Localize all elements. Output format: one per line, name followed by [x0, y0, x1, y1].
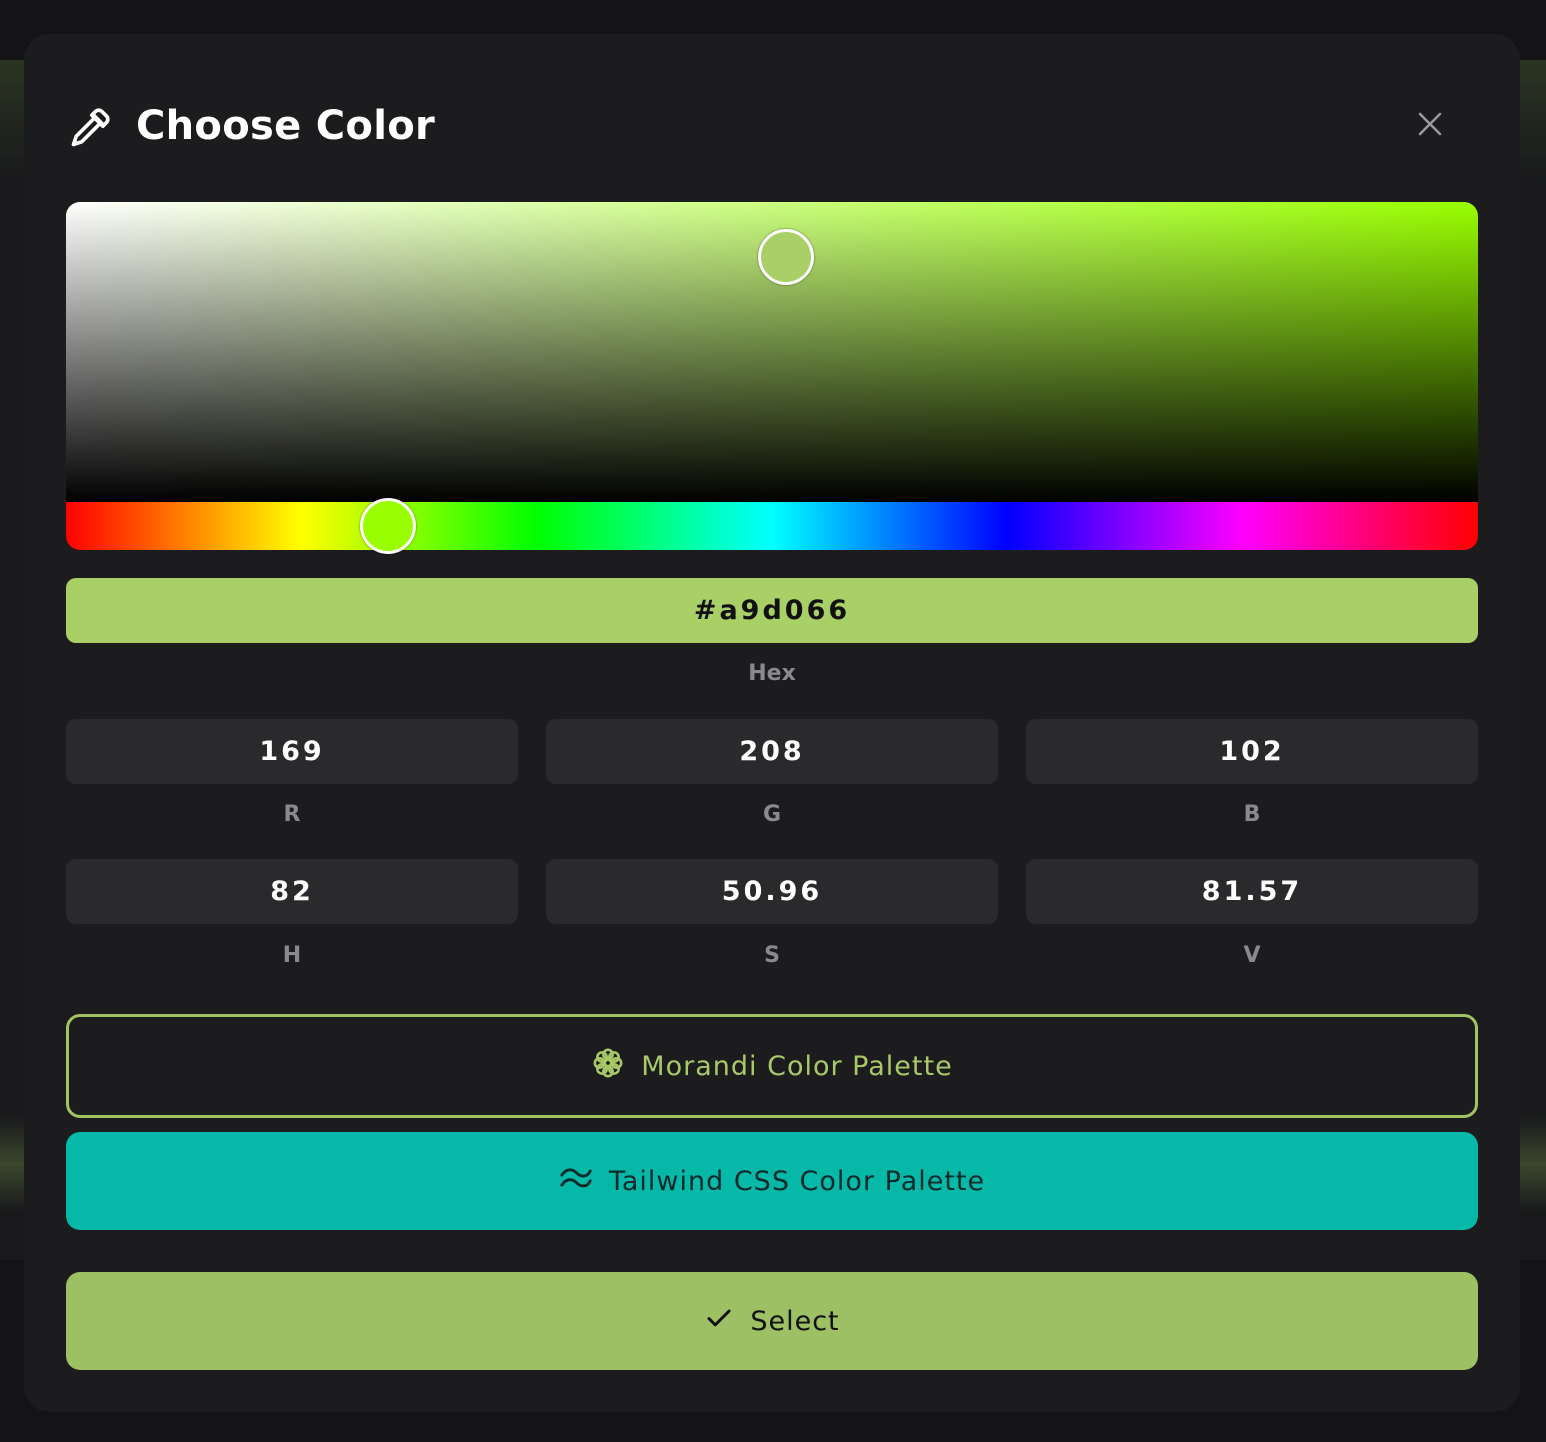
morandi-palette-label: Morandi Color Palette — [641, 1050, 953, 1082]
close-icon — [1415, 109, 1445, 143]
b-input[interactable]: 102 — [1026, 719, 1478, 784]
hue-handle[interactable] — [359, 498, 416, 554]
s-label: S — [764, 943, 780, 968]
h-input[interactable]: 82 — [66, 859, 518, 924]
color-picker-dialog: Choose Color #a9d066 Hex 169 208 102 R G… — [24, 34, 1520, 1412]
v-label: V — [1243, 943, 1261, 968]
v-input[interactable]: 81.57 — [1026, 859, 1478, 924]
hex-input[interactable]: #a9d066 — [66, 578, 1478, 643]
tailwind-icon — [559, 1161, 593, 1202]
check-icon — [704, 1303, 734, 1340]
g-input[interactable]: 208 — [546, 719, 998, 784]
hue-slider[interactable] — [66, 498, 1478, 554]
saturation-value-area[interactable] — [66, 202, 1478, 502]
g-label: G — [762, 802, 782, 827]
dialog-title: Choose Color — [136, 103, 436, 149]
s-input[interactable]: 50.96 — [546, 859, 998, 924]
flower-icon — [591, 1046, 625, 1087]
r-label: R — [283, 802, 301, 827]
select-label: Select — [750, 1305, 840, 1337]
tailwind-palette-label: Tailwind CSS Color Palette — [608, 1165, 986, 1197]
b-label: B — [1243, 802, 1261, 827]
pipette-icon — [68, 106, 112, 150]
hex-label: Hex — [748, 661, 796, 686]
close-button[interactable] — [1404, 100, 1456, 152]
select-button[interactable]: Select — [66, 1272, 1478, 1370]
morandi-palette-button[interactable]: Morandi Color Palette — [66, 1014, 1478, 1118]
r-input[interactable]: 169 — [66, 719, 518, 784]
h-label: H — [282, 943, 302, 968]
saturation-value-handle[interactable] — [757, 229, 814, 286]
tailwind-palette-button[interactable]: Tailwind CSS Color Palette — [66, 1132, 1478, 1230]
